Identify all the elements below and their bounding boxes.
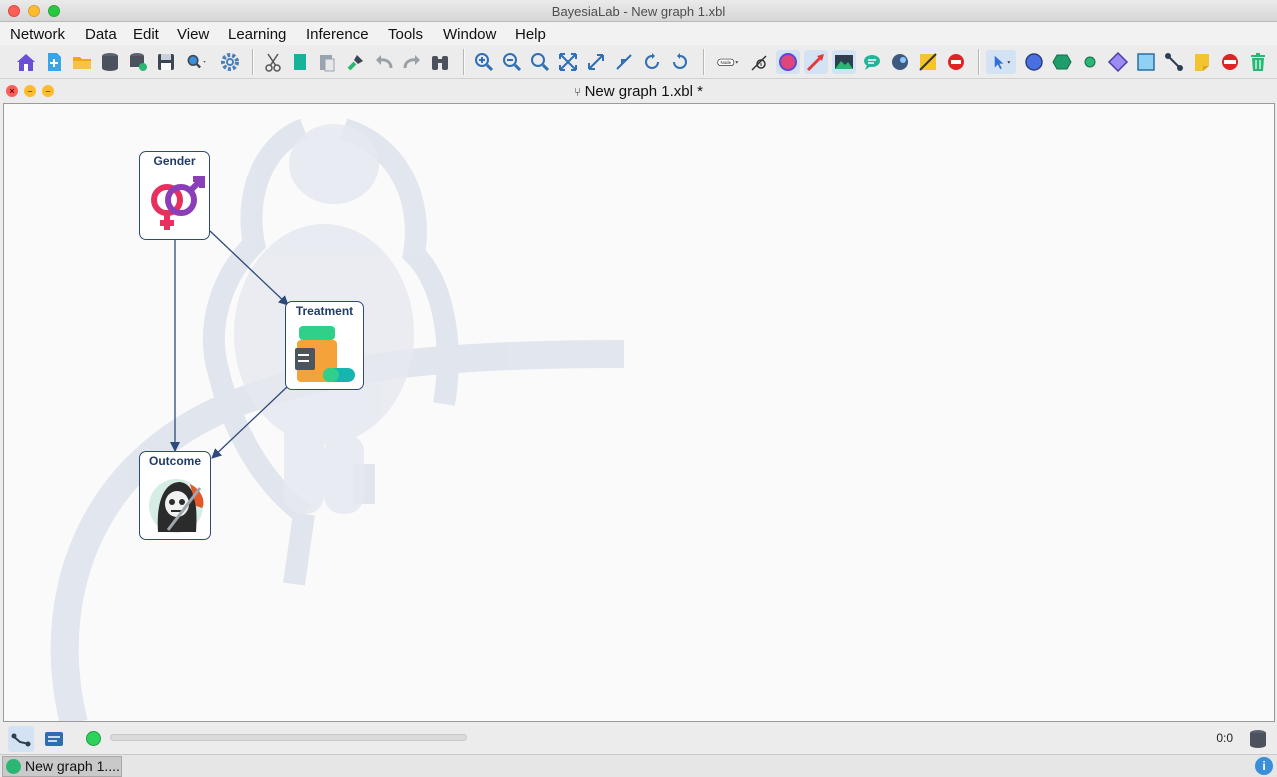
comment-icon[interactable] — [860, 50, 884, 74]
menu-tools[interactable]: Tools — [388, 26, 423, 43]
note-icon[interactable] — [916, 50, 940, 74]
progress-bar — [110, 734, 467, 741]
fit-icon[interactable] — [556, 50, 580, 74]
menu-edit[interactable]: Edit — [133, 26, 159, 43]
window-title: BayesiaLab - New graph 1.xbl — [551, 4, 726, 19]
open-folder-icon[interactable] — [70, 50, 94, 74]
expand-icon[interactable] — [584, 50, 608, 74]
arc-treatment-outcome[interactable] — [211, 385, 289, 459]
node-dropdown-label: Node — [721, 60, 732, 65]
taskbar-tab-graph[interactable]: New graph 1.... — [2, 756, 122, 777]
info-icon[interactable]: i — [1255, 757, 1273, 775]
select-arrow-icon[interactable] — [986, 50, 1016, 74]
paste-icon[interactable] — [315, 50, 339, 74]
node-label: Treatment — [295, 304, 354, 318]
zoom-reset-icon[interactable] — [528, 50, 552, 74]
node-outcome[interactable]: Outcome — [139, 451, 211, 540]
status-indicator-icon — [86, 731, 101, 746]
gender-symbol-icon — [151, 176, 205, 230]
database-icon[interactable] — [98, 50, 122, 74]
menu-learning[interactable]: Learning — [228, 26, 286, 43]
cut-icon[interactable] — [261, 50, 285, 74]
arc-tool-icon[interactable] — [1162, 50, 1186, 74]
new-icon[interactable] — [42, 50, 66, 74]
copy-icon[interactable] — [288, 50, 312, 74]
document-titlebar: × – – ⑂ New graph 1.xbl * — [0, 80, 1277, 102]
node-gender[interactable]: Gender — [139, 151, 210, 240]
toolbar-separator — [703, 49, 705, 75]
hexagon-node-icon[interactable] — [1050, 50, 1074, 74]
image-icon[interactable] — [832, 50, 856, 74]
redo-icon[interactable] — [400, 50, 424, 74]
node-label: Gender — [153, 154, 196, 168]
node-label: Outcome — [148, 454, 201, 468]
settings-gear-icon[interactable] — [218, 50, 242, 74]
small-node-icon[interactable] — [1078, 50, 1102, 74]
window-titlebar: BayesiaLab - New graph 1.xbl — [0, 0, 1277, 22]
home-icon[interactable] — [14, 50, 38, 74]
binoculars-icon[interactable] — [428, 50, 452, 74]
graph-canvas[interactable]: Gender Treatment Outcome — [3, 103, 1275, 722]
arc-color-icon[interactable] — [804, 50, 828, 74]
zoom-out-icon[interactable] — [500, 50, 524, 74]
node-color-icon[interactable] — [776, 50, 800, 74]
menu-bar: Network Data Edit View Learning Inferenc… — [0, 22, 1277, 45]
rotate-right-icon[interactable] — [668, 50, 692, 74]
circle-node-icon[interactable] — [1022, 50, 1046, 74]
trash-icon[interactable] — [1246, 50, 1270, 74]
info-icon[interactable] — [748, 50, 772, 74]
no-entry-icon[interactable] — [944, 50, 968, 74]
text-mode-icon[interactable] — [41, 726, 67, 752]
toolbar-separator — [978, 49, 980, 75]
menu-help[interactable]: Help — [515, 26, 546, 43]
sticky-note-icon[interactable] — [1190, 50, 1214, 74]
coordinates-readout: 0:0 — [1216, 731, 1233, 745]
delete-icon[interactable] — [1218, 50, 1242, 74]
document-taskbar: New graph 1.... i — [0, 754, 1277, 777]
medicine-bottle-icon — [295, 326, 355, 382]
format-brush-icon[interactable] — [344, 50, 368, 74]
main-toolbar: Node — [0, 45, 1277, 79]
menu-data[interactable]: Data — [85, 26, 117, 43]
square-node-icon[interactable] — [1134, 50, 1158, 74]
toolbar-separator — [252, 49, 254, 75]
status-bar: 0:0 — [0, 723, 1277, 753]
save-icon[interactable] — [154, 50, 178, 74]
arc-gender-treatment[interactable] — [209, 230, 289, 306]
database-status-icon[interactable] — [1245, 726, 1271, 752]
undo-icon[interactable] — [372, 50, 396, 74]
document-title-text: New graph 1.xbl * — [584, 83, 703, 100]
taskbar-tab-label: New graph 1.... — [25, 758, 120, 774]
graph-doc-icon: ⑂ — [574, 85, 585, 99]
search-db-icon[interactable] — [182, 50, 212, 74]
diamond-node-icon[interactable] — [1106, 50, 1130, 74]
globe-icon[interactable] — [888, 50, 912, 74]
toolbar-separator — [463, 49, 465, 75]
graph-status-icon — [6, 759, 21, 774]
menu-view[interactable]: View — [177, 26, 209, 43]
node-treatment[interactable]: Treatment — [285, 301, 364, 390]
node-dropdown-icon[interactable]: Node — [712, 50, 744, 74]
zoom-in-icon[interactable] — [472, 50, 496, 74]
shrink-icon[interactable] — [612, 50, 636, 74]
menu-network[interactable]: Network — [10, 26, 65, 43]
menu-window[interactable]: Window — [443, 26, 496, 43]
graph-mode-icon[interactable] — [8, 726, 34, 752]
database-link-icon[interactable] — [126, 50, 150, 74]
grim-reaper-icon — [149, 479, 204, 533]
menu-inference[interactable]: Inference — [306, 26, 369, 43]
rotate-left-icon[interactable] — [640, 50, 664, 74]
document-title: ⑂ New graph 1.xbl * — [0, 83, 1277, 100]
